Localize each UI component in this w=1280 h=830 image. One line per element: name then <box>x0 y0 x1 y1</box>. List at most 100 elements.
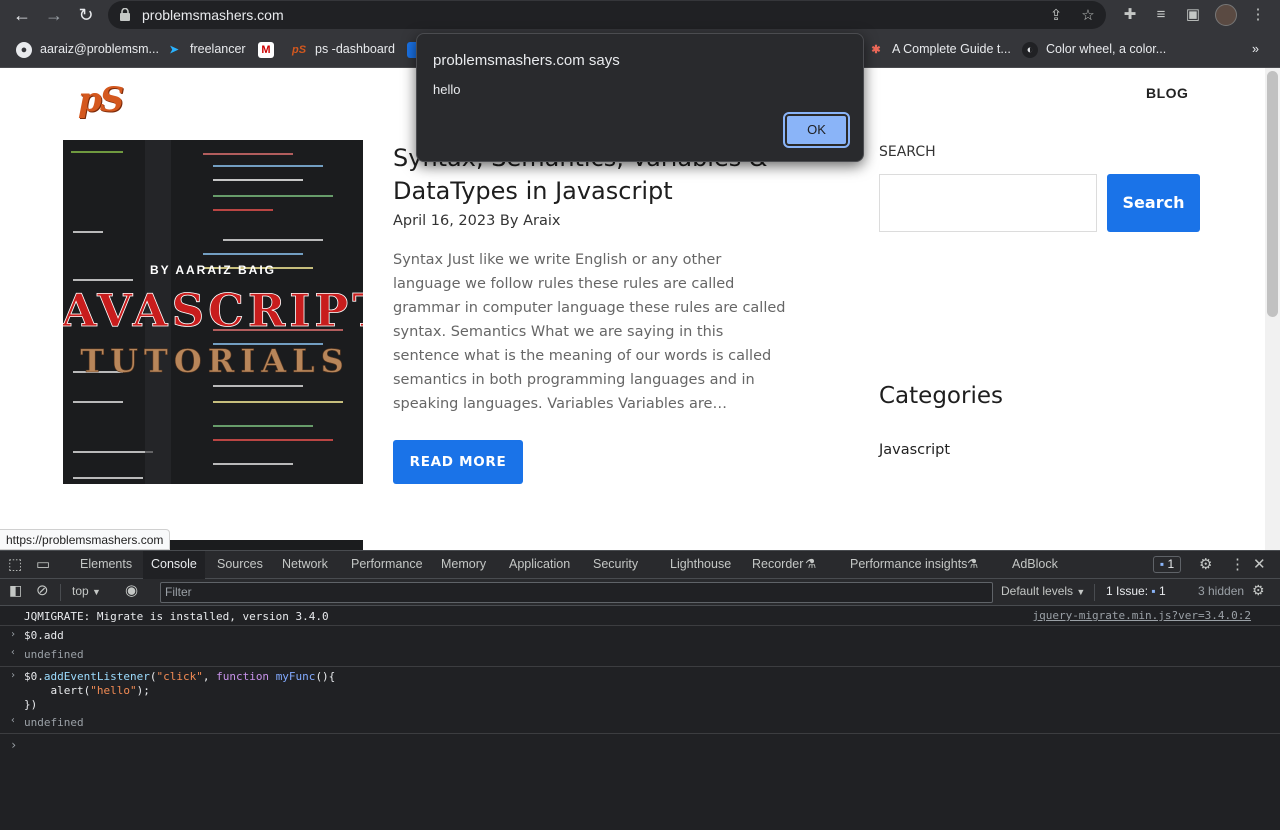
media-icon[interactable]: ≡ <box>1150 5 1172 25</box>
device-toolbar-icon[interactable]: ▭ <box>36 551 50 578</box>
asterisk-icon: ✱ <box>871 43 881 56</box>
menu-kebab-icon[interactable]: ⋮ <box>1247 5 1269 25</box>
thumbnail-byline: BY AARAIZ BAIG <box>150 263 276 277</box>
categories-heading: Categories <box>879 383 1003 409</box>
result-chevron-icon: ‹ <box>10 715 17 726</box>
console-filter-input[interactable]: Filter <box>160 582 993 603</box>
lock-icon <box>120 8 130 21</box>
devtools-tabbar: ⬚ ▭ Elements Console Sources Network Per… <box>0 551 1280 579</box>
dropdown-arrow-icon: ▼ <box>92 587 101 597</box>
settings-gear-icon[interactable]: ⚙ <box>1199 551 1212 578</box>
search-input[interactable] <box>879 174 1097 232</box>
page-scrollbar[interactable] <box>1265 68 1280 550</box>
issues-link[interactable]: 1 Issue: ▪ 1 <box>1106 584 1166 598</box>
devtools-panel: ⬚ ▭ Elements Console Sources Network Per… <box>0 550 1280 830</box>
message-icon: ▪ <box>1151 584 1156 598</box>
context-selector[interactable]: top ▼ <box>72 584 101 598</box>
devtools-menu-icon[interactable]: ⋮ <box>1230 551 1245 578</box>
tab-adblock[interactable]: AdBlock <box>1012 551 1058 578</box>
console-input-entry: › $0.add <box>10 629 64 642</box>
read-more-button[interactable]: READ MORE <box>393 440 523 484</box>
log-levels-dropdown[interactable]: Default levels ▼ <box>1001 584 1085 598</box>
message-icon: ▪ <box>1159 557 1165 571</box>
result-chevron-icon: ‹ <box>10 647 17 658</box>
console-message: JQMIGRATE: Migrate is installed, version… <box>0 607 1280 626</box>
message-source-link[interactable]: jquery-migrate.min.js?ver=3.4.0:2 <box>1032 609 1251 622</box>
dialog-message: hello <box>433 82 461 97</box>
tab-security[interactable]: Security <box>593 551 638 578</box>
browser-toolbar: ← → ↻ problemsmashers.com ⇪ ☆ ✚ ≡ ▣ ⋮ <box>0 0 1280 31</box>
bookmark-star-icon[interactable]: ☆ <box>1077 6 1099 26</box>
bookmark-item[interactable]: ◐ Color wheel, a color... <box>1022 40 1166 58</box>
tab-memory[interactable]: Memory <box>441 551 486 578</box>
extensions-icon[interactable]: ✚ <box>1119 5 1141 25</box>
flask-icon: ⚗ <box>805 557 817 571</box>
nav-blog-link[interactable]: BLOG <box>1146 85 1188 101</box>
console-result: ‹ undefined <box>0 714 1280 734</box>
search-button[interactable]: Search <box>1107 174 1200 232</box>
bookmarks-overflow-icon[interactable]: » <box>1252 40 1259 58</box>
alert-dialog: problemsmashers.com says hello OK <box>416 33 864 162</box>
console-input-entry: › $0.addEventListener("click", function … <box>0 667 1280 714</box>
dropdown-arrow-icon: ▼ <box>1076 587 1086 597</box>
tab-lighthouse[interactable]: Lighthouse <box>670 551 731 578</box>
code-line: $0.addEventListener("click", function my… <box>24 670 336 683</box>
thumbnail-subline: TUTORIALS <box>80 342 349 380</box>
freelancer-icon: ➤ <box>169 43 179 56</box>
post-thumbnail[interactable]: BY AARAIZ BAIG JAVASCRIPT TUTORIALS <box>63 140 363 484</box>
flask-icon: ⚗ <box>967 557 979 571</box>
toolbar-divider <box>1094 584 1095 601</box>
close-icon[interactable]: ✕ <box>1253 551 1266 578</box>
console-prompt[interactable]: › <box>0 734 1280 756</box>
tab-sources[interactable]: Sources <box>217 551 263 578</box>
tab-network[interactable]: Network <box>282 551 328 578</box>
color-wheel-icon: ◐ <box>1022 41 1038 58</box>
post-excerpt: Syntax Just like we write English or any… <box>393 252 786 412</box>
profile-avatar[interactable] <box>1215 4 1237 26</box>
console-settings-gear-icon[interactable]: ⚙ <box>1252 582 1265 599</box>
input-chevron-icon: › <box>10 670 17 681</box>
category-link[interactable]: Javascript <box>879 442 950 458</box>
forward-icon[interactable]: → <box>41 3 67 27</box>
ps-logo-icon: pS <box>291 43 307 56</box>
bookmark-item[interactable]: ➤ freelancer <box>166 40 245 58</box>
code-line: }) <box>24 698 38 711</box>
tab-performance-insights[interactable]: Performance insights <box>850 551 967 578</box>
search-label: SEARCH <box>879 144 936 160</box>
post-meta: April 16, 2023 By Araix <box>393 213 561 229</box>
tab-recorder[interactable]: Recorder <box>752 551 803 578</box>
input-chevron-icon: › <box>10 629 17 640</box>
console-result: ‹ undefined <box>0 646 1280 667</box>
reload-icon[interactable]: ↻ <box>73 3 99 27</box>
address-bar[interactable]: problemsmashers.com ⇪ ☆ <box>108 1 1106 29</box>
status-url-bubble: https://problemsmashers.com <box>0 529 171 550</box>
prompt-chevron-icon: › <box>10 738 18 752</box>
side-panel-icon[interactable]: ▣ <box>1182 5 1204 25</box>
dialog-ok-button[interactable]: OK <box>783 112 850 148</box>
share-icon[interactable]: ⇪ <box>1045 6 1067 26</box>
live-expression-eye-icon[interactable]: ◉ <box>125 581 138 599</box>
dialog-title: problemsmashers.com says <box>433 52 620 69</box>
scrollbar-thumb[interactable] <box>1267 71 1278 317</box>
tab-elements[interactable]: Elements <box>80 551 132 578</box>
bookmark-item[interactable]: M <box>258 40 282 58</box>
url-text[interactable]: problemsmashers.com <box>142 7 284 23</box>
tab-application[interactable]: Application <box>509 551 570 578</box>
tab-performance[interactable]: Performance <box>351 551 423 578</box>
code-line: alert("hello"); <box>24 684 150 697</box>
inspect-element-icon[interactable]: ⬚ <box>8 551 22 578</box>
gmail-icon: M <box>258 41 274 58</box>
toolbar-divider <box>60 584 61 601</box>
clear-console-icon[interactable]: ⊘ <box>36 581 49 599</box>
issues-counter-badge[interactable]: ▪ 1 <box>1153 556 1181 573</box>
user-icon: ● <box>16 41 32 58</box>
site-logo[interactable]: pS <box>78 80 124 120</box>
thumbnail-headline: JAVASCRIPT <box>63 284 363 337</box>
hidden-messages-count: 3 hidden <box>1198 584 1245 598</box>
bookmark-item[interactable]: ● aaraiz@problemsm... <box>16 40 159 58</box>
bookmark-item[interactable]: ✱ A Complete Guide t... <box>868 40 1010 58</box>
sidebar-toggle-icon[interactable]: ◧ <box>9 582 22 599</box>
back-icon[interactable]: ← <box>9 3 35 27</box>
tab-console[interactable]: Console <box>143 551 205 579</box>
bookmark-item[interactable]: pS ps -dashboard <box>291 40 395 58</box>
